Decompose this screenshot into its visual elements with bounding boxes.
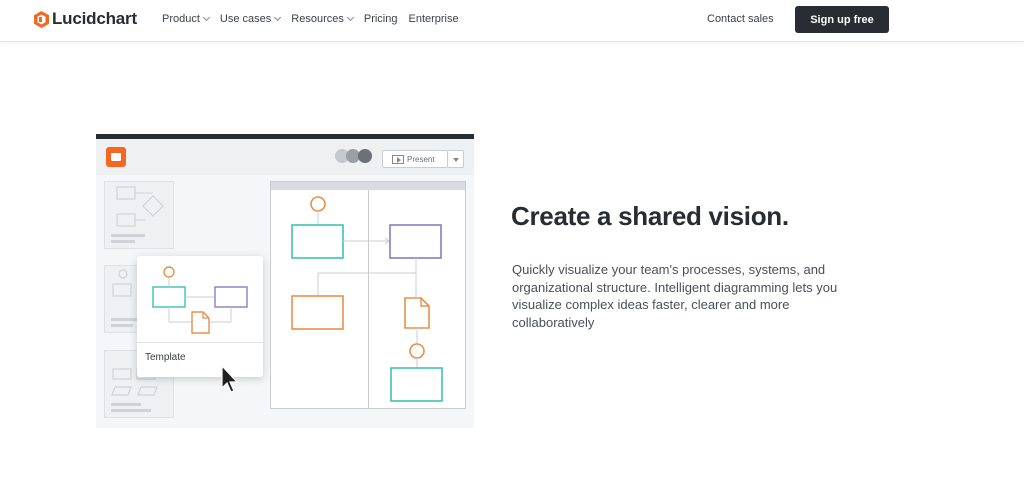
- product-illustration: Present Template: [96, 134, 474, 428]
- main-nav: Product Use cases Resources Pricing Ente…: [162, 13, 470, 25]
- chevron-down-icon: [346, 13, 354, 22]
- logo-text: Lucidchart: [52, 9, 137, 28]
- present-label: Present: [407, 154, 435, 164]
- contact-sales-link[interactable]: Contact sales: [707, 13, 774, 25]
- nav-item-use-cases[interactable]: Use cases: [219, 13, 282, 25]
- present-button: Present: [382, 150, 448, 168]
- template-preview-diagram: [152, 266, 248, 334]
- play-icon: [392, 155, 404, 164]
- nav-item-pricing[interactable]: Pricing: [364, 13, 398, 25]
- hero-body-text: Quickly visualize your team's processes,…: [512, 262, 838, 330]
- hero-headline: Create a shared vision.: [511, 201, 789, 231]
- nav-item-resources[interactable]: Resources: [291, 13, 354, 25]
- site-header: Lucidchart Product Use cases Resources P…: [0, 0, 1024, 42]
- folder-icon: [106, 147, 126, 167]
- lucidchart-logo-icon: [34, 10, 49, 28]
- nav-label: Product: [162, 13, 200, 25]
- nav-item-product[interactable]: Product: [162, 13, 210, 25]
- sign-up-free-button[interactable]: Sign up free: [795, 6, 889, 33]
- mouse-cursor-icon: [221, 364, 239, 393]
- nav-label: Use cases: [219, 13, 272, 25]
- lucidchart-logo[interactable]: Lucidchart: [34, 9, 137, 29]
- nav-item-enterprise[interactable]: Enterprise: [408, 13, 458, 25]
- nav-label: Resources: [291, 13, 344, 25]
- template-label: Template: [145, 352, 186, 363]
- chevron-down-icon: [448, 150, 464, 168]
- nav-label: Enterprise: [408, 13, 459, 25]
- template-card: Template: [137, 256, 263, 377]
- swimlane-diagram: [291, 196, 443, 402]
- chevron-down-icon: [202, 13, 210, 22]
- nav-label: Pricing: [363, 13, 398, 25]
- avatar: [358, 149, 372, 163]
- chevron-down-icon: [274, 13, 282, 22]
- editor-toolbar: Present: [96, 139, 474, 175]
- template-thumbnail: [104, 181, 174, 249]
- thumbnail-diagram: [111, 186, 164, 243]
- diagram-canvas: [270, 181, 466, 409]
- card-divider: [137, 342, 263, 343]
